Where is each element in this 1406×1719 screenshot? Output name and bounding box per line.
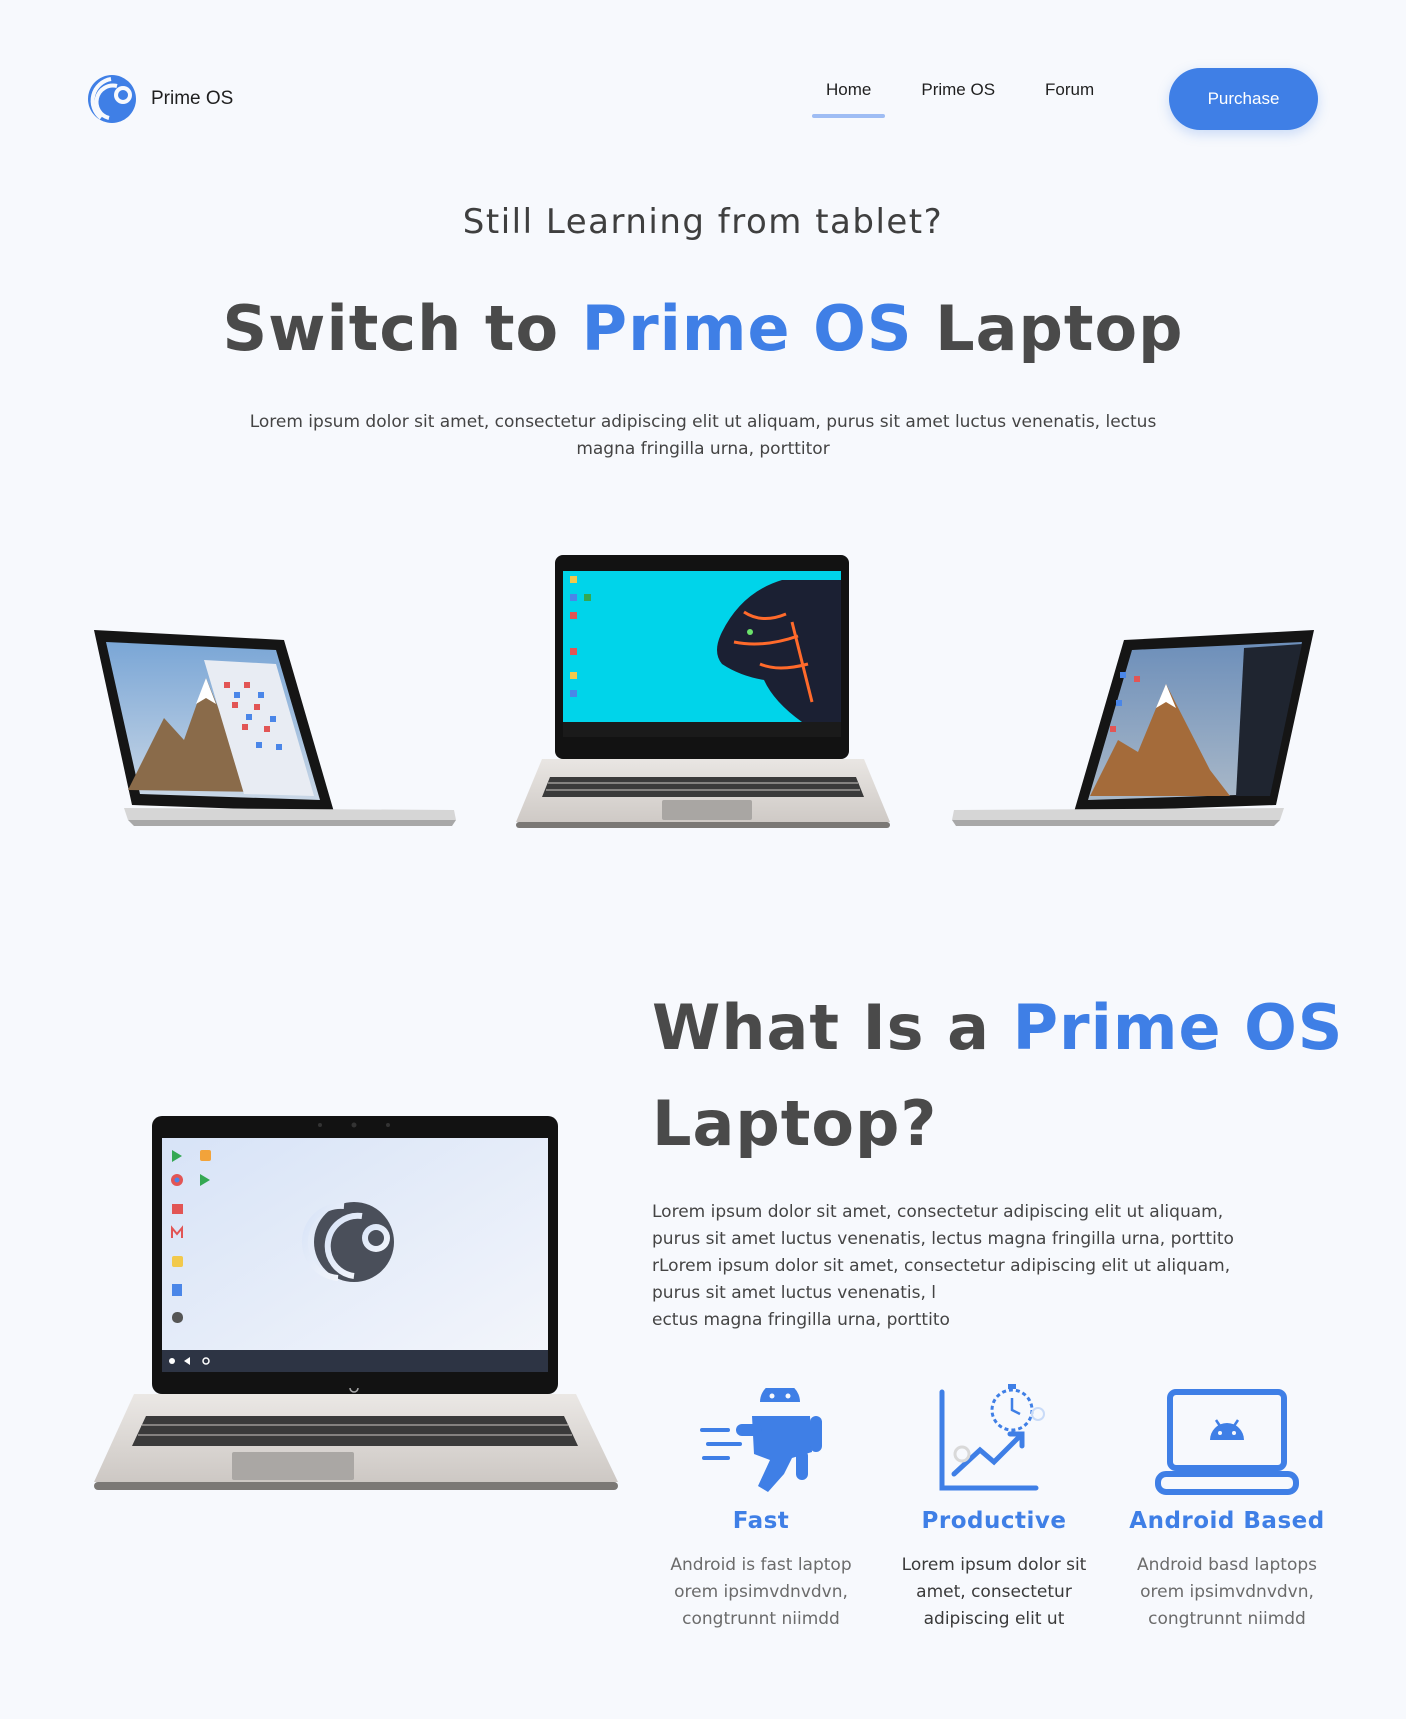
nav-forum[interactable]: Forum: [1045, 80, 1094, 100]
android-laptop-icon: [1155, 1389, 1299, 1495]
growth-chart-icon: [939, 1384, 1045, 1491]
hero-subtitle: Still Learning from tablet?: [462, 202, 944, 242]
what-title-pre: What Is a: [652, 991, 1013, 1064]
brand-logo-link[interactable]: Prime OS: [87, 74, 233, 124]
feature-productive: Productive Lorem ipsum dolor sit amet, c…: [884, 1378, 1104, 1633]
laptop-left-image: [94, 630, 456, 826]
feature-desc-line: congtrunnt niimdd: [682, 1609, 840, 1629]
feature-desc-line: amet, consectetur: [916, 1582, 1072, 1602]
laptop-large-image: [94, 1116, 618, 1490]
feature-title: Fast: [732, 1508, 790, 1534]
what-desc-line: ectus magna fringilla urna, porttito: [652, 1310, 950, 1330]
feature-title: Android Based: [1129, 1508, 1325, 1534]
what-title-line-1: What Is a Prime OS: [652, 980, 1352, 1076]
feature-desc-line: orem ipsimvdnvdvn,: [1140, 1582, 1314, 1602]
prime-os-logo-icon: [88, 75, 136, 123]
nav-prime-os[interactable]: Prime OS: [921, 80, 995, 100]
hero-description: Lorem ipsum dolor sit amet, consectetur …: [249, 412, 1157, 459]
what-desc-line: purus sit amet luctus venenatis, l: [652, 1283, 937, 1303]
feature-desc-line: Android basd laptops: [1136, 1555, 1318, 1575]
what-desc-line: Lorem ipsum dolor sit amet, consectetur …: [652, 1202, 1224, 1222]
feature-fast: Fast Android is fast laptop orem ipsimvd…: [651, 1378, 871, 1633]
feature-android-based: Android Based Android basd laptops orem …: [1117, 1378, 1337, 1633]
main-nav: Home Prime OS Forum: [811, 80, 1094, 118]
feature-desc-line: orem ipsimvdnvdvn,: [674, 1582, 848, 1602]
what-desc-line: rLorem ipsum dolor sit amet, consectetur…: [652, 1256, 1231, 1276]
hero-title-post: Laptop: [912, 292, 1184, 365]
android-running-icon: [700, 1388, 822, 1492]
what-description: Lorem ipsum dolor sit amet, consectetur …: [652, 1199, 1272, 1334]
what-title-accent: Prime OS: [1012, 991, 1344, 1064]
feature-desc-line: congtrunnt niimdd: [1148, 1609, 1306, 1629]
purchase-button[interactable]: Purchase: [1169, 68, 1318, 130]
hero-title: Switch to Prime OS Laptop: [0, 292, 1406, 365]
nav-home[interactable]: Home: [811, 80, 886, 118]
feature-description: Android is fast laptop orem ipsimvdnvdvn…: [651, 1552, 871, 1633]
hero-title-accent: Prime OS: [581, 292, 913, 365]
brand-name: Prime OS: [151, 88, 234, 109]
what-title-line-2: Laptop?: [652, 1087, 938, 1160]
feature-description: Lorem ipsum dolor sit amet, consectetur …: [884, 1552, 1104, 1633]
what-desc-line: purus sit amet luctus venenatis, lectus …: [652, 1229, 1234, 1249]
feature-title: Productive: [921, 1508, 1067, 1534]
laptop-right-image: [952, 630, 1314, 826]
feature-desc-line: adipiscing elit ut: [923, 1609, 1065, 1629]
feature-desc-line: Android is fast laptop: [670, 1555, 852, 1575]
laptop-center-image: [516, 555, 890, 828]
feature-icon-wrap: [884, 1378, 1104, 1496]
feature-icon-wrap: [1117, 1378, 1337, 1496]
hero-title-pre: Switch to: [222, 292, 582, 365]
feature-icon-wrap: [651, 1378, 871, 1496]
feature-desc-line: Lorem ipsum dolor sit: [901, 1555, 1087, 1575]
feature-description: Android basd laptops orem ipsimvdnvdvn, …: [1117, 1552, 1337, 1633]
what-title: What Is a Prime OS Laptop?: [652, 980, 1352, 1172]
